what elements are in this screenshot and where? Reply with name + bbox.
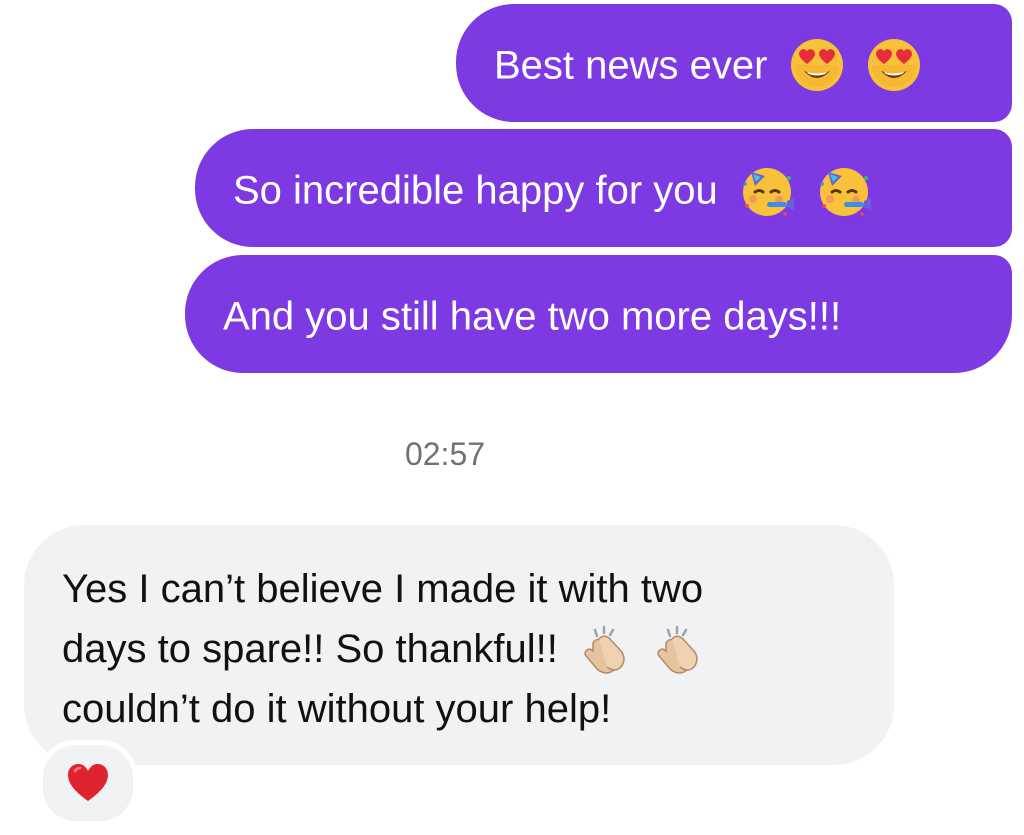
outgoing-message[interactable]: Best news ever [456, 4, 1012, 122]
outgoing-message[interactable]: And you still have two more days!!! [185, 255, 1012, 373]
message-text-line: Yes I can’t believe I made it with two [62, 567, 704, 611]
heart-eyes-emoji-icon [789, 37, 845, 93]
heart-eyes-emoji-icon [866, 37, 922, 93]
partying-face-emoji-icon [816, 162, 872, 218]
message-text-line: days to spare!! So thankful!! [62, 619, 854, 679]
message-text: So incredible happy for you [233, 168, 718, 213]
message-text-segment: days to spare!! So thankful!! [62, 627, 558, 671]
message-reaction[interactable] [38, 740, 138, 826]
incoming-message[interactable]: Yes I can’t believe I made it with two d… [24, 525, 894, 765]
message-timestamp: 02:57 [404, 436, 486, 472]
clapping-hands-emoji-icon [575, 623, 631, 679]
message-text: And you still have two more days!!! [223, 294, 842, 339]
outgoing-message[interactable]: So incredible happy for you [195, 129, 1012, 247]
clapping-hands-emoji-icon [648, 623, 704, 679]
message-text-line: couldn’t do it without your help! [62, 687, 612, 732]
partying-face-emoji-icon [739, 162, 795, 218]
message-text: Best news ever [494, 43, 768, 88]
red-heart-emoji-icon [68, 764, 108, 801]
